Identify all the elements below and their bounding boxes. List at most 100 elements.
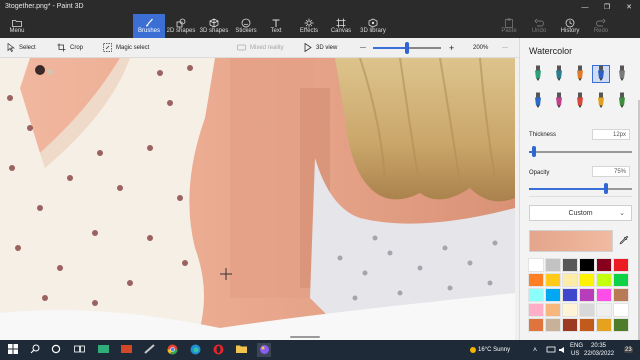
canvas-horizontal-scrollbar[interactable] xyxy=(290,336,320,338)
color-swatch[interactable] xyxy=(562,258,578,272)
volume-icon[interactable] xyxy=(556,343,570,357)
color-swatch[interactable] xyxy=(613,318,629,332)
color-swatch[interactable] xyxy=(613,288,629,302)
brush-crayon[interactable] xyxy=(571,92,589,110)
notification-badge[interactable]: 23 xyxy=(624,347,633,353)
thickness-slider-thumb[interactable] xyxy=(532,146,537,157)
brush-calligraphy-pen[interactable] xyxy=(550,65,568,83)
color-swatch[interactable] xyxy=(545,288,561,302)
clock-time[interactable]: 20:35 xyxy=(591,343,606,349)
mixed-reality-button[interactable]: Mixed reality xyxy=(237,41,284,55)
history-button[interactable]: History xyxy=(558,14,582,38)
search-button[interactable] xyxy=(28,343,42,357)
color-swatch[interactable] xyxy=(545,318,561,332)
color-swatch[interactable] xyxy=(545,273,561,287)
color-swatch[interactable] xyxy=(596,303,612,317)
tab-2d-shapes[interactable]: 2D shapes xyxy=(166,14,196,38)
color-swatch[interactable] xyxy=(528,303,544,317)
start-button[interactable] xyxy=(6,343,20,357)
color-swatch[interactable] xyxy=(528,288,544,302)
color-swatch[interactable] xyxy=(613,273,629,287)
taskbar-paint3d[interactable] xyxy=(257,343,271,357)
eyedropper-button[interactable] xyxy=(616,230,632,252)
pencil-icon xyxy=(533,92,543,110)
color-swatch[interactable] xyxy=(579,303,595,317)
tab-3d-library[interactable]: 3D library xyxy=(358,14,388,38)
paste-button[interactable]: Paste xyxy=(498,14,520,38)
menu-button[interactable]: Menu xyxy=(4,14,30,38)
zoom-in-button[interactable]: + xyxy=(449,41,454,55)
color-swatch[interactable] xyxy=(613,258,629,272)
brush-pencil[interactable] xyxy=(529,92,547,110)
undo-icon xyxy=(534,18,544,28)
color-swatch[interactable] xyxy=(562,273,578,287)
color-swatch[interactable] xyxy=(528,318,544,332)
chevron-up-icon[interactable]: ˄ xyxy=(528,343,542,357)
cortana-button[interactable] xyxy=(49,343,63,357)
color-swatch[interactable] xyxy=(596,273,612,287)
select-button[interactable]: Select xyxy=(7,41,36,55)
taskbar-opera[interactable] xyxy=(211,343,225,357)
taskbar-edge[interactable] xyxy=(188,343,202,357)
clock-date[interactable]: 22/03/2022 xyxy=(584,351,614,357)
color-swatch[interactable] xyxy=(596,288,612,302)
weather-text[interactable]: 16°C Sunny xyxy=(478,347,510,353)
brush-fill[interactable] xyxy=(613,92,631,110)
color-swatch[interactable] xyxy=(562,303,578,317)
drawing-canvas[interactable] xyxy=(0,58,515,340)
taskbar-explorer[interactable] xyxy=(234,343,248,357)
tab-canvas[interactable]: Canvas xyxy=(328,14,354,38)
color-swatch[interactable] xyxy=(579,288,595,302)
color-swatch[interactable] xyxy=(613,303,629,317)
color-swatch[interactable] xyxy=(562,318,578,332)
opacity-value[interactable]: 75% xyxy=(592,166,630,177)
color-swatch[interactable] xyxy=(579,273,595,287)
color-swatch[interactable] xyxy=(545,258,561,272)
eyedropper-icon xyxy=(619,235,629,247)
3d-view-toggle[interactable]: 3D view xyxy=(304,41,337,55)
opacity-slider-thumb[interactable] xyxy=(604,183,609,194)
tab-3d-shapes[interactable]: 3D shapes xyxy=(199,14,229,38)
zoom-out-button[interactable]: — xyxy=(360,41,366,55)
color-swatch[interactable] xyxy=(545,303,561,317)
close-button[interactable]: ✕ xyxy=(618,0,640,14)
task-view-button[interactable] xyxy=(72,343,86,357)
brush-spray-can[interactable] xyxy=(592,92,610,110)
taskbar-app-2[interactable] xyxy=(119,343,133,357)
taskbar-chrome[interactable] xyxy=(165,343,179,357)
minimize-button[interactable]: — xyxy=(574,0,596,14)
redo-button[interactable]: Redo xyxy=(590,14,612,38)
taskbar-app-3[interactable] xyxy=(142,343,156,357)
tab-brushes[interactable]: Brushes xyxy=(133,14,165,38)
color-swatch[interactable] xyxy=(596,318,612,332)
tab-text[interactable]: Text xyxy=(264,14,288,38)
thickness-slider[interactable] xyxy=(529,151,632,153)
tab-stickers[interactable]: Stickers xyxy=(233,14,259,38)
brush-oil-brush[interactable] xyxy=(571,65,589,83)
tab-effects[interactable]: Effects xyxy=(296,14,322,38)
region-code[interactable]: US xyxy=(571,351,579,357)
more-options-button[interactable]: ··· xyxy=(502,41,508,55)
color-swatch[interactable] xyxy=(579,258,595,272)
maximize-button[interactable]: ❐ xyxy=(596,0,618,14)
color-mode-dropdown[interactable]: Custom ⌄ xyxy=(529,205,632,221)
brush-pixel-pen[interactable] xyxy=(613,65,631,83)
menu-label: Menu xyxy=(9,28,25,34)
color-swatch[interactable] xyxy=(528,273,544,287)
brush-marker[interactable] xyxy=(529,65,547,83)
crop-button[interactable]: Crop xyxy=(57,41,83,55)
color-swatch[interactable] xyxy=(579,318,595,332)
select-label: Select xyxy=(19,45,36,51)
zoom-slider-thumb[interactable] xyxy=(405,42,409,54)
taskbar-app-1[interactable] xyxy=(96,343,110,357)
thickness-value[interactable]: 12px xyxy=(592,129,630,140)
color-swatch[interactable] xyxy=(596,258,612,272)
brush-watercolor[interactable] xyxy=(592,65,610,83)
undo-button[interactable]: Undo xyxy=(528,14,550,38)
language-code[interactable]: ENG xyxy=(570,343,583,349)
color-swatch[interactable] xyxy=(562,288,578,302)
current-color-preview xyxy=(529,230,613,252)
color-swatch[interactable] xyxy=(528,258,544,272)
magic-select-button[interactable]: Magic select xyxy=(103,41,149,55)
brush-eraser[interactable] xyxy=(550,92,568,110)
